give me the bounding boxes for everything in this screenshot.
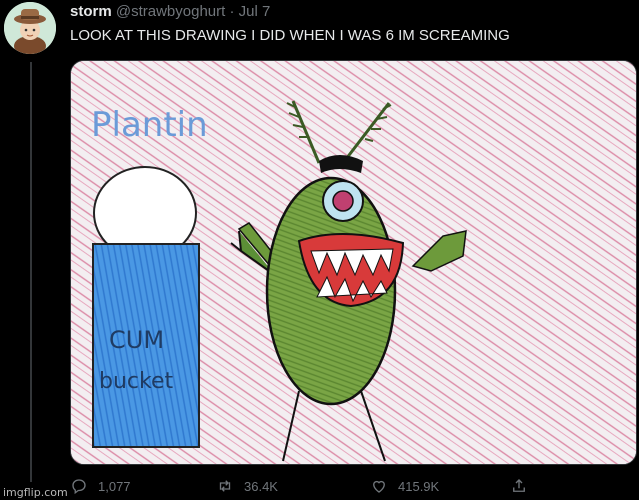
- tweet-media[interactable]: Plantin CUM bucket: [70, 60, 637, 465]
- tweet-date[interactable]: Jul 7: [239, 3, 271, 20]
- avatar-image: [4, 2, 56, 54]
- thread-line: [30, 62, 32, 482]
- retweet-count: 36.4K: [244, 478, 278, 494]
- tweet-header: storm @strawbyoghurt · Jul 7: [70, 3, 629, 21]
- bucket-text-line2: bucket: [99, 369, 173, 394]
- reply-icon: [72, 479, 86, 495]
- tweet-actions: 1,077 36.4K 415.9K: [70, 474, 629, 498]
- share-action[interactable]: [510, 474, 528, 498]
- avatar[interactable]: [4, 2, 56, 54]
- share-icon: [513, 479, 525, 492]
- separator-dot: ·: [229, 3, 235, 20]
- bucket-text-line1: CUM: [109, 326, 164, 354]
- reply-action[interactable]: 1,077: [70, 474, 131, 498]
- like-action[interactable]: 415.9K: [370, 474, 439, 498]
- retweet-icon: [219, 480, 231, 492]
- tweet-text: LOOK AT THIS DRAWING I DID WHEN I WAS 6 …: [70, 27, 510, 44]
- author-name[interactable]: storm: [70, 3, 112, 20]
- bucket-drawing: CUM bucket: [92, 166, 200, 448]
- drawing-word-top: Plantin: [91, 105, 208, 145]
- reply-count: 1,077: [98, 478, 131, 494]
- retweet-action[interactable]: 36.4K: [216, 474, 278, 498]
- author-handle[interactable]: @strawbyoghurt: [116, 3, 225, 20]
- heart-icon: [373, 480, 385, 493]
- drawing-image: Plantin CUM bucket: [71, 61, 636, 464]
- watermark: imgflip.com: [3, 486, 68, 499]
- like-count: 415.9K: [398, 478, 440, 494]
